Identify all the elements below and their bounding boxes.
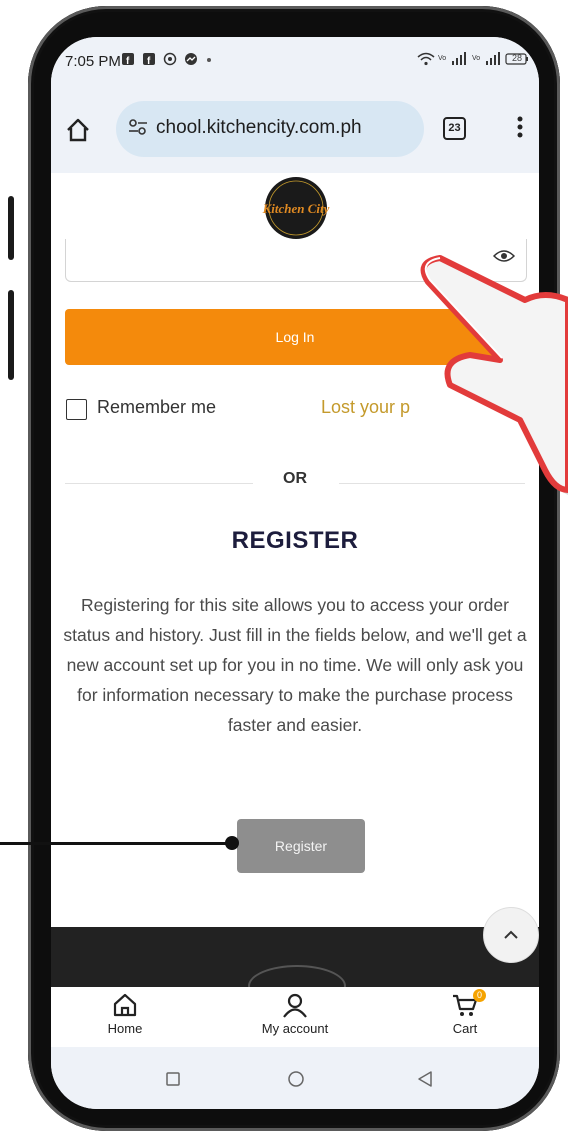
pointing-hand-icon: [420, 255, 568, 495]
callout-pointer-dot: [225, 836, 239, 850]
callout-pointer-line: [0, 842, 232, 845]
